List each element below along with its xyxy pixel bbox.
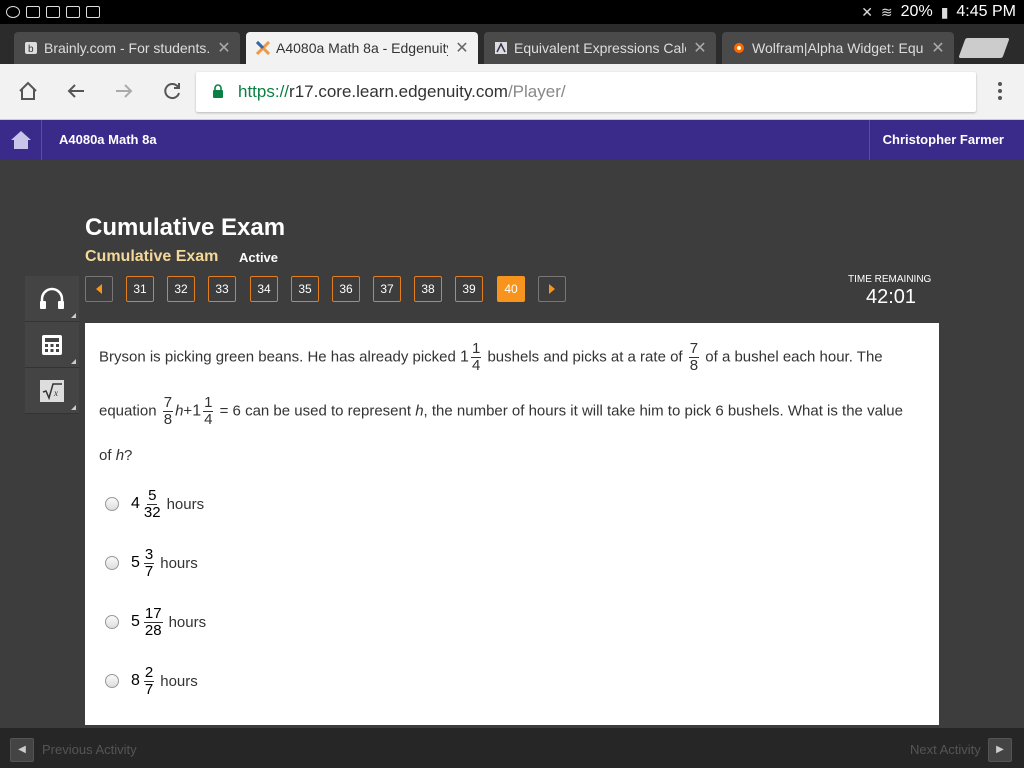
svg-text:x: x bbox=[53, 388, 58, 398]
question-31-button[interactable]: 31 bbox=[126, 276, 154, 302]
course-home-button[interactable] bbox=[0, 120, 42, 160]
previous-activity-label[interactable]: Previous Activity bbox=[42, 742, 137, 757]
message-notification-icon bbox=[46, 6, 60, 18]
formula-tool-button[interactable]: x bbox=[25, 368, 79, 414]
question-39-button[interactable]: 39 bbox=[455, 276, 483, 302]
brainly-icon: b bbox=[25, 42, 37, 55]
fraction: 14 bbox=[203, 394, 214, 428]
radio-button[interactable] bbox=[105, 497, 119, 511]
course-title[interactable]: A4080a Math 8a bbox=[59, 132, 157, 147]
tab-edgenuity[interactable]: A4080a Math 8a - Edgenuity ✕ bbox=[246, 32, 478, 64]
question-37-button[interactable]: 37 bbox=[373, 276, 401, 302]
battery-level: 20% bbox=[900, 3, 933, 20]
tab-brainly[interactable]: b Brainly.com - For students. F ✕ bbox=[14, 32, 240, 64]
close-tab-icon[interactable]: ✕ bbox=[692, 38, 708, 58]
close-tab-icon[interactable]: ✕ bbox=[216, 38, 232, 58]
fraction: 14 bbox=[470, 340, 482, 374]
tab-equivalent-expressions[interactable]: Equivalent Expressions Calc ✕ bbox=[484, 32, 716, 64]
caret-left-icon bbox=[96, 284, 102, 294]
question-38-button[interactable]: 38 bbox=[414, 276, 442, 302]
divider bbox=[869, 120, 870, 160]
next-question-button[interactable] bbox=[538, 276, 566, 302]
home-icon bbox=[10, 131, 31, 149]
previous-question-button[interactable] bbox=[85, 276, 113, 302]
square-root-icon: x bbox=[40, 379, 64, 402]
tool-sidebar: x bbox=[25, 276, 79, 414]
question-35-button[interactable]: 35 bbox=[291, 276, 319, 302]
image-notification-icon bbox=[26, 6, 40, 18]
course-nav-bar: A4080a Math 8a Christopher Farmer bbox=[0, 120, 1024, 160]
menu-dots-icon[interactable] bbox=[988, 80, 1012, 104]
mute-icon: ✕ bbox=[861, 3, 873, 20]
page-title: Cumulative Exam bbox=[85, 214, 286, 241]
fraction: 37 bbox=[143, 545, 155, 580]
fraction: 78 bbox=[688, 340, 700, 374]
shopping-notification-icon bbox=[86, 6, 100, 18]
flipboard-notification-icon bbox=[66, 6, 80, 18]
forward-icon[interactable] bbox=[112, 80, 136, 104]
audio-tool-button[interactable] bbox=[25, 276, 79, 322]
lock-icon bbox=[213, 84, 223, 98]
tab-strip: b Brainly.com - For students. F ✕ A4080a… bbox=[0, 24, 1024, 64]
timer-label: TIME REMAINING bbox=[848, 274, 932, 285]
activity-subtitle: Cumulative Exam bbox=[85, 248, 219, 265]
question-panel: Bryson is picking green beans. He has al… bbox=[85, 323, 939, 725]
home-icon[interactable] bbox=[16, 80, 40, 104]
new-tab-button[interactable] bbox=[958, 38, 1010, 58]
address-bar[interactable]: https://r17.core.learn.edgenuity.com/Pla… bbox=[196, 72, 976, 112]
battery-icon: ▮ bbox=[940, 3, 949, 20]
fraction: 17 28 bbox=[143, 604, 163, 639]
question-34-button[interactable]: 34 bbox=[250, 276, 278, 302]
previous-activity-button[interactable]: ◀ bbox=[10, 738, 34, 762]
next-activity-button[interactable]: ▶ bbox=[988, 738, 1012, 762]
caret-right-icon bbox=[549, 284, 555, 294]
svg-text:b: b bbox=[28, 44, 34, 55]
timer-value: 42:01 bbox=[866, 286, 917, 308]
calculator-tool-button[interactable] bbox=[25, 322, 79, 368]
status-bar: ✕ ≋ 20% ▮ 4:45 PM bbox=[0, 0, 1024, 24]
tab-wolfram[interactable]: Wolfram|Alpha Widget: Equi ✕ bbox=[722, 32, 954, 64]
calculator-site-icon bbox=[495, 42, 507, 54]
question-32-button[interactable]: 32 bbox=[167, 276, 195, 302]
question-33-button[interactable]: 33 bbox=[208, 276, 236, 302]
fraction: 5 32 bbox=[143, 486, 161, 521]
answer-choice[interactable]: 8 27 hours bbox=[105, 661, 198, 701]
radio-button[interactable] bbox=[105, 556, 119, 570]
edgenuity-icon bbox=[256, 41, 270, 55]
fraction: 78 bbox=[162, 394, 174, 428]
radio-button[interactable] bbox=[105, 674, 119, 688]
question-line-3: of h? bbox=[99, 447, 133, 464]
calculator-icon bbox=[42, 334, 62, 355]
clock: 4:45 PM bbox=[956, 3, 1016, 20]
question-line-2: equation 7 8 h+1 1 4 = 6 can be used to repr… bbox=[99, 394, 903, 428]
next-activity-label[interactable]: Next Activity bbox=[910, 742, 981, 757]
url-text: https://r17.core.learn.edgenuity.com/Pla… bbox=[238, 82, 566, 101]
user-name[interactable]: Christopher Farmer bbox=[883, 132, 1004, 147]
close-tab-icon[interactable]: ✕ bbox=[930, 38, 946, 58]
headphones-icon bbox=[40, 287, 64, 309]
activity-footer: ◀ Previous Activity Next Activity ▶ bbox=[0, 728, 1024, 768]
notification-icon bbox=[6, 6, 20, 18]
wifi-icon: ≋ bbox=[880, 3, 893, 20]
radio-button[interactable] bbox=[105, 615, 119, 629]
answer-choice[interactable]: 5 17 28 hours bbox=[105, 602, 206, 642]
wolfram-icon bbox=[734, 43, 744, 53]
question-line-1: Bryson is picking green beans. He has al… bbox=[99, 340, 883, 374]
answer-choice[interactable]: 4 5 32 hours bbox=[105, 484, 204, 524]
back-icon[interactable] bbox=[64, 80, 88, 104]
answer-choice[interactable]: 5 37 hours bbox=[105, 543, 198, 583]
question-36-button[interactable]: 36 bbox=[332, 276, 360, 302]
fraction: 27 bbox=[143, 663, 155, 698]
close-tab-icon[interactable]: ✕ bbox=[454, 38, 470, 58]
reload-icon[interactable] bbox=[160, 80, 184, 104]
notification-icons bbox=[0, 6, 100, 18]
activity-status: Active bbox=[239, 250, 279, 265]
question-40-button[interactable]: 40 bbox=[497, 276, 525, 302]
